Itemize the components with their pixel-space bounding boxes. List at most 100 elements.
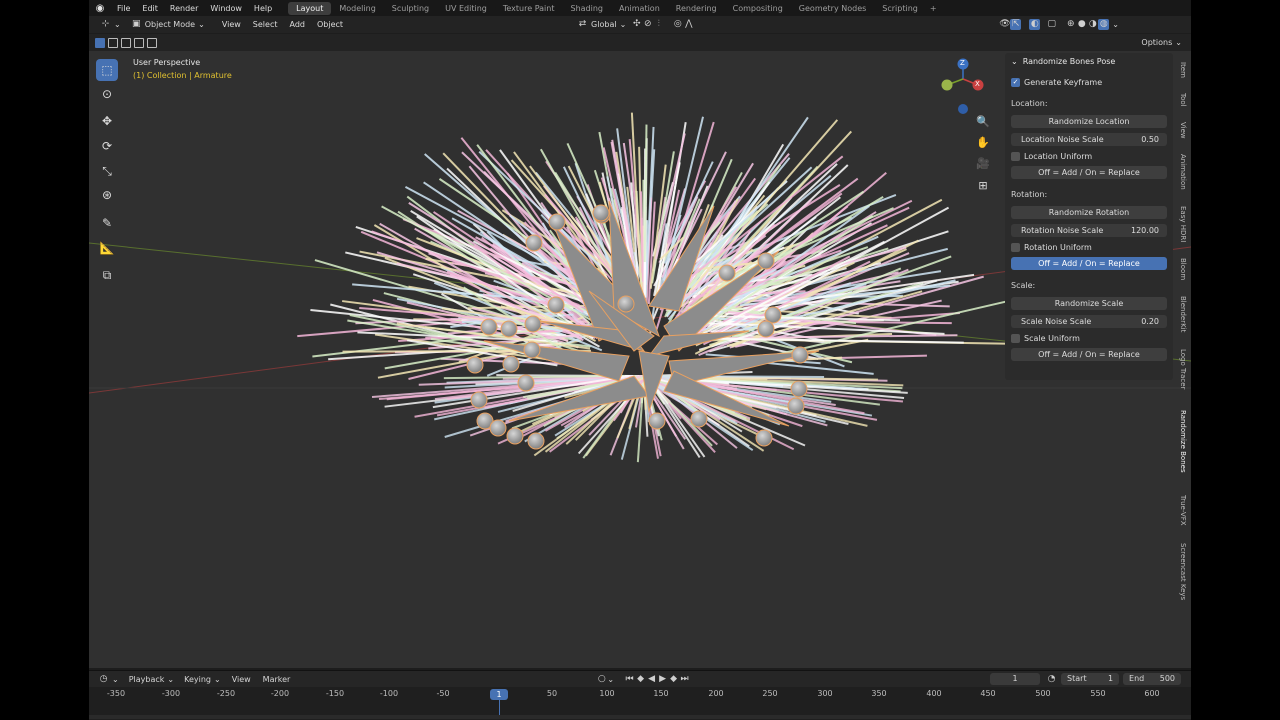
sidebar-tab-item[interactable]: Item: [1175, 57, 1191, 83]
scale-tool-button[interactable]: ⤡: [96, 160, 118, 182]
tab-layout[interactable]: Layout: [288, 1, 332, 15]
menu-view[interactable]: View: [216, 20, 247, 29]
tab-texture-paint[interactable]: Texture Paint: [495, 2, 563, 15]
end-frame-field[interactable]: End 500: [1123, 673, 1182, 685]
snap-icon[interactable]: ⊘: [642, 19, 653, 30]
menu-window[interactable]: Window: [204, 4, 248, 13]
measure-tool-button[interactable]: 📐: [96, 237, 118, 259]
tab-rendering[interactable]: Rendering: [668, 2, 725, 15]
prev-keyframe-icon[interactable]: ◆: [635, 674, 646, 685]
keying-dropdown[interactable]: Keying ⌄: [179, 673, 226, 686]
scale-noise-scale-field[interactable]: Scale Noise Scale 0.20: [1011, 315, 1167, 328]
auto-key-icon[interactable]: ○: [596, 674, 607, 685]
options-dropdown[interactable]: Options ⌄: [1136, 36, 1187, 49]
rotation-uniform-checkbox[interactable]: Rotation Uniform: [1005, 239, 1173, 256]
timeline-menu-marker[interactable]: Marker: [257, 675, 297, 684]
sidebar-tab-bloom[interactable]: Bloom: [1175, 253, 1191, 285]
generate-keyframe-checkbox[interactable]: ✓ Generate Keyframe: [1005, 74, 1173, 91]
perspective-grid-icon[interactable]: ⊞: [972, 179, 994, 199]
tab-sculpting[interactable]: Sculpting: [384, 2, 437, 15]
transform-orientation-dropdown[interactable]: ⇄ Global ⌄: [572, 18, 631, 31]
tab-animation[interactable]: Animation: [611, 2, 668, 15]
preview-range-icon[interactable]: ◔: [1046, 674, 1057, 685]
current-frame-field[interactable]: 1: [990, 673, 1041, 685]
overlay-toggle-icon[interactable]: ◐: [1029, 19, 1041, 30]
camera-view-icon[interactable]: 🎥: [972, 157, 994, 177]
scale-mode-toggle[interactable]: Off = Add / On = Replace: [1011, 348, 1167, 361]
menu-file[interactable]: File: [111, 4, 136, 13]
rotation-noise-scale-field[interactable]: Rotation Noise Scale 120.00: [1011, 224, 1167, 237]
select-subtract-icon[interactable]: [121, 37, 131, 48]
wireframe-shading-icon[interactable]: ⊕: [1065, 19, 1076, 30]
add-workspace-icon[interactable]: +: [926, 4, 941, 13]
menu-edit[interactable]: Edit: [136, 4, 164, 13]
randomize-location-button[interactable]: Randomize Location: [1011, 115, 1167, 128]
play-reverse-icon[interactable]: ◀: [646, 674, 657, 685]
menu-object[interactable]: Object: [311, 20, 349, 29]
tab-scripting[interactable]: Scripting: [874, 2, 926, 15]
menu-add[interactable]: Add: [283, 20, 311, 29]
tab-shading[interactable]: Shading: [562, 2, 611, 15]
randomize-rotation-button[interactable]: Randomize Rotation: [1011, 206, 1167, 219]
zoom-icon[interactable]: 🔍: [972, 115, 994, 135]
scale-uniform-checkbox[interactable]: Scale Uniform: [1005, 330, 1173, 347]
sidebar-tab-animation[interactable]: Animation: [1175, 149, 1191, 195]
tab-compositing[interactable]: Compositing: [725, 2, 791, 15]
transform-tool-button[interactable]: ⊛: [96, 184, 118, 206]
select-extend-icon[interactable]: [108, 37, 118, 48]
pan-hand-icon[interactable]: ✋: [972, 136, 994, 156]
add-cube-tool-button[interactable]: ⧉: [96, 264, 118, 286]
select-tool-button[interactable]: ⬚: [96, 59, 118, 81]
jump-end-icon[interactable]: ⏭: [679, 674, 690, 685]
timeline-scrollbar[interactable]: [89, 715, 1191, 719]
material-shading-icon[interactable]: ◑: [1087, 19, 1098, 30]
rotation-mode-toggle[interactable]: Off = Add / On = Replace: [1011, 257, 1167, 270]
pivot-icon[interactable]: ✣: [631, 19, 642, 30]
menu-render[interactable]: Render: [164, 4, 204, 13]
editor-type-dropdown[interactable]: ⊹ ⌄: [95, 18, 126, 31]
tab-uv-editing[interactable]: UV Editing: [437, 2, 495, 15]
menu-select[interactable]: Select: [247, 20, 284, 29]
chevron-down-icon[interactable]: ⌄: [607, 675, 614, 684]
move-tool-button[interactable]: ✥: [96, 110, 118, 132]
sidebar-tab-randomize-bones[interactable]: Randomize Bones: [1175, 401, 1191, 481]
next-keyframe-icon[interactable]: ◆: [668, 674, 679, 685]
blender-logo-icon[interactable]: ◉: [89, 3, 111, 14]
play-icon[interactable]: ▶: [657, 674, 668, 685]
sidebar-tab-view[interactable]: View: [1175, 117, 1191, 143]
timeline-editor-dropdown[interactable]: ◷ ⌄: [93, 673, 124, 686]
rotate-tool-button[interactable]: ⟳: [96, 135, 118, 157]
menu-help[interactable]: Help: [248, 4, 278, 13]
location-uniform-checkbox[interactable]: Location Uniform: [1005, 148, 1173, 165]
rendered-shading-icon[interactable]: ◍: [1098, 19, 1110, 30]
jump-start-icon[interactable]: ⏮: [624, 674, 635, 685]
timeline-menu-view[interactable]: View: [226, 675, 257, 684]
location-noise-scale-field[interactable]: Location Noise Scale 0.50: [1011, 133, 1167, 146]
playback-dropdown[interactable]: Playback ⌄: [124, 673, 179, 686]
select-intersect-icon[interactable]: [147, 37, 157, 48]
chevron-down-icon[interactable]: ⌄: [1112, 20, 1119, 29]
tab-modeling[interactable]: Modeling: [331, 2, 383, 15]
panel-header[interactable]: ⌄ Randomize Bones Pose: [1005, 53, 1173, 70]
sidebar-tab-tool[interactable]: Tool: [1175, 87, 1191, 113]
xray-icon[interactable]: ▢: [1046, 19, 1057, 30]
sidebar-tab-true-vfx[interactable]: True-VFX: [1175, 487, 1191, 533]
start-frame-field[interactable]: Start 1: [1061, 673, 1120, 685]
select-invert-icon[interactable]: [134, 37, 144, 48]
tab-geometry-nodes[interactable]: Geometry Nodes: [791, 2, 874, 15]
sidebar-tab-blenderkit[interactable]: BlenderKit: [1175, 291, 1191, 337]
proportional-edit-icon[interactable]: ◎: [672, 19, 683, 30]
randomize-scale-button[interactable]: Randomize Scale: [1011, 297, 1167, 310]
location-mode-toggle[interactable]: Off = Add / On = Replace: [1011, 166, 1167, 179]
gizmo-toggle-icon[interactable]: ⇱: [1010, 19, 1022, 30]
mode-dropdown[interactable]: ▣ Object Mode ⌄: [126, 18, 210, 31]
cursor-tool-button[interactable]: ⊙: [96, 83, 118, 105]
sidebar-tab-logo-tracer[interactable]: Logo Tracer: [1175, 343, 1191, 395]
visibility-icon[interactable]: 👁: [999, 19, 1010, 30]
current-frame-indicator[interactable]: 1: [490, 689, 508, 700]
falloff-icon[interactable]: ⋀: [683, 19, 694, 30]
solid-shading-icon[interactable]: ●: [1076, 19, 1087, 30]
select-new-icon[interactable]: [95, 37, 105, 48]
sidebar-tab-easy-hdri[interactable]: Easy HDRI: [1175, 201, 1191, 247]
snap-target-icon[interactable]: ⫶: [653, 19, 664, 30]
